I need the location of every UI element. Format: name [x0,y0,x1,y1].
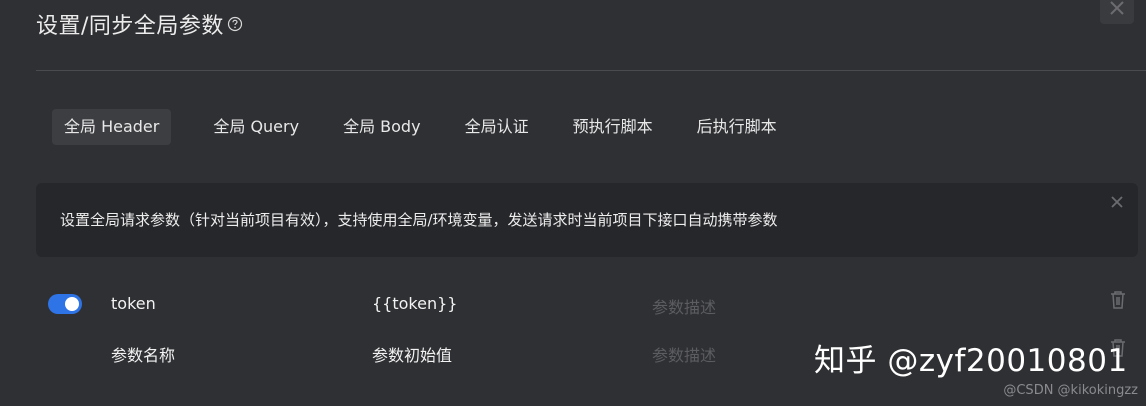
param-value-field[interactable]: {{token}} [372,294,457,313]
info-notice: 设置全局请求参数（针对当前项目有效），支持使用全局/环境变量，发送请求时当前项目… [36,183,1138,257]
watermark: 知乎 @zyf20010801 [814,343,1128,379]
param-value-input[interactable]: 参数初始值 [372,342,452,366]
tab-pre-script[interactable]: 预执行脚本 [561,109,665,145]
param-description-input[interactable]: 参数描述 [652,342,716,366]
tab-bar: 全局 Header 全局 Query 全局 Body 全局认证 预执行脚本 后执… [52,109,809,145]
tab-global-query[interactable]: 全局 Query [201,109,311,145]
trash-icon[interactable] [1109,290,1127,310]
page-title: 设置/同步全局参数 [36,8,243,40]
param-description-field[interactable]: 参数描述 [652,294,716,318]
tab-global-auth[interactable]: 全局认证 [453,109,541,145]
footer-credit: @CSDN @kikokingzz [1003,383,1138,398]
tab-global-header[interactable]: 全局 Header [52,109,172,145]
toggle-knob [65,297,79,311]
title-text: 设置/同步全局参数 [36,14,224,39]
enable-toggle[interactable] [48,294,82,314]
param-row: token {{token}} 参数描述 [0,290,1146,320]
param-name-field[interactable]: token [111,294,156,313]
header-divider [36,70,1146,71]
tab-global-body[interactable]: 全局 Body [331,109,432,145]
question-circle-icon[interactable] [227,13,243,32]
notice-text: 设置全局请求参数（针对当前项目有效），支持使用全局/环境变量，发送请求时当前项目… [60,211,778,229]
close-icon [1110,1,1124,15]
param-name-input[interactable]: 参数名称 [111,342,175,366]
dialog-close-button[interactable] [1100,0,1134,24]
tab-post-script[interactable]: 后执行脚本 [685,109,789,145]
notice-close-icon[interactable] [1110,195,1124,209]
